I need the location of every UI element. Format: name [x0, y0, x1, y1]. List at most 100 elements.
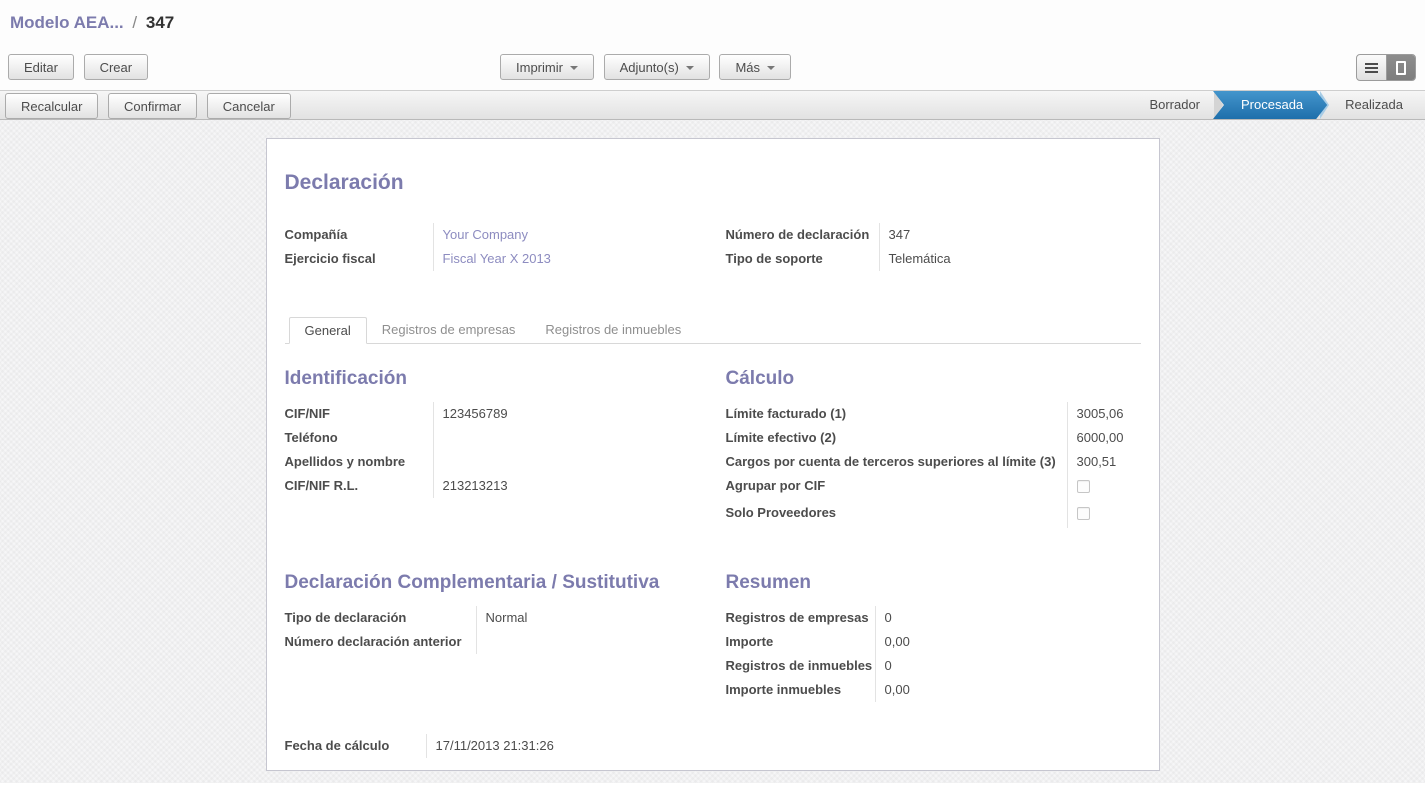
tipo-declaracion-label: Tipo de declaración: [285, 606, 476, 630]
cif-nif-rl-value: 213213213: [433, 474, 700, 498]
toolbar: Editar Crear Imprimir Adjunto(s) Más: [0, 54, 1425, 81]
view-switcher: [1356, 54, 1416, 81]
section-title-identificacion: Identificación: [285, 368, 700, 390]
cargos-terceros-label: Cargos por cuenta de terceros superiores…: [726, 450, 1067, 474]
importe-inmuebles-value: 0,00: [875, 678, 1141, 702]
section-calculo: Cálculo Límite facturado (1) 3005,06 Lím…: [726, 368, 1141, 528]
company-link[interactable]: Your Company: [443, 227, 529, 242]
agrupar-por-cif-checkbox[interactable]: [1077, 480, 1090, 493]
field-row: Importe 0,00: [726, 630, 1141, 654]
cargos-terceros-value: 300,51: [1067, 450, 1141, 474]
tab-general[interactable]: General: [289, 317, 367, 344]
content-area: Declaración Compañía Your Company Ejerci…: [0, 120, 1425, 783]
edit-button[interactable]: Editar: [8, 54, 74, 80]
field-row: Compañía Your Company: [285, 223, 700, 247]
importe-inmuebles-label: Importe inmuebles: [726, 678, 875, 702]
confirm-button[interactable]: Confirmar: [108, 93, 197, 119]
section-identificacion: Identificación CIF/NIF 123456789 Teléfon…: [285, 368, 700, 528]
section-title-resumen: Resumen: [726, 572, 1141, 594]
cif-nif-label: CIF/NIF: [285, 402, 433, 426]
more-button-label: Más: [735, 60, 760, 75]
fiscal-year-link[interactable]: Fiscal Year X 2013: [443, 251, 551, 266]
statusbar: Recalcular Confirmar Cancelar Borrador P…: [0, 90, 1425, 120]
statusbar-steps: Borrador Procesada Realizada: [1135, 91, 1417, 119]
section-title-calculo: Cálculo: [726, 368, 1141, 390]
breadcrumb-parent-link[interactable]: Modelo AEA...: [10, 13, 124, 32]
section-title-complementaria: Declaración Complementaria / Sustitutiva: [285, 572, 700, 594]
telefono-value: [433, 426, 700, 450]
print-button[interactable]: Imprimir: [500, 54, 594, 80]
cancel-button[interactable]: Cancelar: [207, 93, 291, 119]
status-step-realizada[interactable]: Realizada: [1331, 91, 1417, 119]
field-row: Número de declaración 347: [726, 223, 1141, 247]
solo-proveedores-label: Solo Proveedores: [726, 501, 1067, 528]
field-row: Fecha de cálculo 17/11/2013 21:31:26: [285, 734, 715, 758]
print-button-label: Imprimir: [516, 60, 563, 75]
agrupar-por-cif-label: Agrupar por CIF: [726, 474, 1067, 501]
cif-nif-rl-label: CIF/NIF R.L.: [285, 474, 433, 498]
caret-down-icon: [570, 66, 578, 70]
company-field-value: Your Company: [433, 223, 700, 247]
support-type-label: Tipo de soporte: [726, 247, 879, 271]
list-view-button[interactable]: [1357, 55, 1386, 80]
limite-efectivo-value: 6000,00: [1067, 426, 1141, 450]
caret-down-icon: [686, 66, 694, 70]
registros-empresas-value: 0: [875, 606, 1141, 630]
declaration-number-value: 347: [879, 223, 1141, 247]
notebook-tabs: General Registros de empresas Registros …: [285, 317, 1141, 344]
limite-facturado-label: Límite facturado (1): [726, 402, 1067, 426]
field-row: Importe inmuebles 0,00: [726, 678, 1141, 702]
create-button[interactable]: Crear: [84, 54, 149, 80]
field-row: Cargos por cuenta de terceros superiores…: [726, 450, 1141, 474]
recalculate-button[interactable]: Recalcular: [5, 93, 98, 119]
tab-registros-inmuebles[interactable]: Registros de inmuebles: [530, 317, 696, 344]
fecha-calculo-value: 17/11/2013 21:31:26: [426, 734, 715, 758]
field-row: Agrupar por CIF: [726, 474, 1141, 501]
company-field-label: Compañía: [285, 223, 433, 247]
limite-efectivo-label: Límite efectivo (2): [726, 426, 1067, 450]
form-sheet: Declaración Compañía Your Company Ejerci…: [266, 138, 1160, 771]
field-row: Tipo de declaración Normal: [285, 606, 700, 630]
field-row: Solo Proveedores: [726, 501, 1141, 528]
fiscal-year-field-label: Ejercicio fiscal: [285, 247, 433, 271]
field-row: Apellidos y nombre: [285, 450, 700, 474]
limite-facturado-value: 3005,06: [1067, 402, 1141, 426]
field-row: Teléfono: [285, 426, 700, 450]
breadcrumb-separator: /: [128, 13, 141, 32]
fiscal-year-field-value: Fiscal Year X 2013: [433, 247, 700, 271]
fecha-calculo-label: Fecha de cálculo: [285, 734, 426, 758]
form-icon: [1396, 61, 1406, 75]
solo-proveedores-cell: [1067, 501, 1141, 528]
importe-label: Importe: [726, 630, 875, 654]
registros-inmuebles-label: Registros de inmuebles: [726, 654, 875, 678]
registros-empresas-label: Registros de empresas: [726, 606, 875, 630]
numero-declaracion-anterior-value: [476, 630, 700, 654]
more-button[interactable]: Más: [719, 54, 791, 80]
solo-proveedores-checkbox[interactable]: [1077, 507, 1090, 520]
section-complementaria: Declaración Complementaria / Sustitutiva…: [285, 572, 700, 702]
support-type-value: Telemática: [879, 247, 1141, 271]
form-view-button[interactable]: [1386, 55, 1415, 80]
numero-declaracion-anterior-label: Número declaración anterior: [285, 630, 476, 654]
tipo-declaracion-value: Normal: [476, 606, 700, 630]
attachments-button[interactable]: Adjunto(s): [604, 54, 710, 80]
breadcrumb: Modelo AEA... / 347: [10, 13, 174, 33]
statusbar-actions: Recalcular Confirmar Cancelar: [5, 93, 291, 119]
field-group-top-left: Compañía Your Company Ejercicio fiscal F…: [285, 223, 700, 271]
status-step-procesada[interactable]: Procesada: [1213, 91, 1327, 119]
tab-registros-empresas[interactable]: Registros de empresas: [367, 317, 531, 344]
header: Modelo AEA... / 347 Editar Crear Imprimi…: [0, 0, 1425, 90]
field-group-fecha: Fecha de cálculo 17/11/2013 21:31:26: [285, 734, 715, 758]
toolbar-center: Imprimir Adjunto(s) Más: [500, 54, 791, 80]
field-row: CIF/NIF 123456789: [285, 402, 700, 426]
telefono-label: Teléfono: [285, 426, 433, 450]
caret-down-icon: [767, 66, 775, 70]
toolbar-left: Editar Crear: [8, 54, 148, 80]
field-group-top-right: Número de declaración 347 Tipo de soport…: [726, 223, 1141, 271]
field-row: CIF/NIF R.L. 213213213: [285, 474, 700, 498]
field-row: Registros de inmuebles 0: [726, 654, 1141, 678]
registros-inmuebles-value: 0: [875, 654, 1141, 678]
status-step-borrador[interactable]: Borrador: [1135, 91, 1214, 119]
attachments-button-label: Adjunto(s): [620, 60, 679, 75]
declaration-number-label: Número de declaración: [726, 223, 879, 247]
